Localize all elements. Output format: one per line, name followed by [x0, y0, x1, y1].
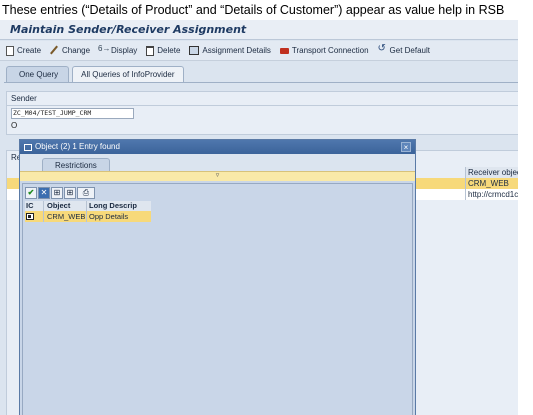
- assignment-details-label: Assignment Details: [202, 46, 271, 55]
- close-icon: ×: [403, 143, 409, 152]
- details-icon: [189, 46, 200, 55]
- sender-second-line: O: [11, 121, 18, 130]
- table-row[interactable]: CRM_WEB Opp Details: [25, 211, 151, 222]
- window-title: Maintain Sender/Receiver Assignment: [0, 20, 518, 40]
- dialog-body: ✔ ✕ ⊞ ⊞ ⎙ IC Object Long Descrip CRM_WEB…: [20, 181, 415, 415]
- change-button[interactable]: Change: [50, 43, 90, 59]
- find-icon[interactable]: ⊞: [51, 187, 63, 199]
- delete-label: Delete: [157, 46, 181, 55]
- close-button[interactable]: ×: [401, 142, 411, 152]
- column-header-long-description[interactable]: Long Descrip: [87, 201, 151, 211]
- column-header-object[interactable]: Object: [44, 201, 87, 211]
- undo-icon: [378, 43, 387, 55]
- glasses-icon: [98, 44, 110, 55]
- find-next-icon[interactable]: ⊞: [64, 187, 76, 199]
- create-button[interactable]: Create: [6, 43, 41, 59]
- tab-restrictions[interactable]: Restrictions: [42, 158, 110, 172]
- tab-one-query[interactable]: One Query: [6, 66, 70, 82]
- sap-window: Maintain Sender/Receiver Assignment Crea…: [0, 20, 518, 415]
- result-list-toolbar: ✔ ✕ ⊞ ⊞ ⎙: [25, 187, 95, 199]
- long-description-cell[interactable]: Opp Details: [87, 211, 151, 222]
- receiver-object-cell[interactable]: http://crmcd1c: [465, 189, 518, 200]
- display-label: Display: [111, 46, 138, 55]
- window-icon: [24, 143, 32, 151]
- delete-button[interactable]: Delete: [146, 43, 180, 59]
- get-default-button[interactable]: Get Default: [378, 43, 430, 59]
- sender-label: Sender: [11, 94, 37, 103]
- receiver-object-column-header[interactable]: Receiver object: [465, 167, 518, 178]
- trash-icon: [146, 45, 155, 56]
- tab-all-queries[interactable]: All Queries of InfoProvider: [72, 66, 184, 82]
- print-icon[interactable]: ⎙: [77, 187, 95, 199]
- cancel-icon[interactable]: ✕: [38, 187, 50, 199]
- sender-section: Sender ZC_M04/TEST_JUMP_CRM O: [6, 91, 518, 135]
- transport-connection-label: Transport Connection: [291, 46, 369, 55]
- check-icon[interactable]: ✔: [25, 187, 37, 199]
- application-toolbar: Create Change Display Delete Assignment …: [0, 41, 518, 61]
- dialog-tab-strip: Restrictions: [20, 154, 415, 172]
- divider: [7, 105, 518, 106]
- object-cell[interactable]: CRM_WEB: [44, 211, 87, 222]
- create-icon: [6, 45, 14, 56]
- dialog-title-bar[interactable]: Object (2) 1 Entry found ×: [20, 140, 415, 154]
- value-help-dialog: Object (2) 1 Entry found × Restrictions …: [19, 139, 416, 415]
- truck-icon: [279, 47, 289, 54]
- display-button[interactable]: Display: [98, 43, 138, 59]
- change-label: Change: [62, 46, 91, 55]
- receiver-object-cell[interactable]: CRM_WEB: [465, 178, 518, 189]
- assignment-details-button[interactable]: Assignment Details: [189, 43, 271, 59]
- page-caption: These entries (“Details of Product” and …: [2, 3, 505, 17]
- create-label: Create: [17, 46, 42, 55]
- sender-query-field[interactable]: ZC_M04/TEST_JUMP_CRM: [11, 108, 134, 119]
- dialog-title: Object (2) 1 Entry found: [35, 142, 120, 151]
- column-header-ic[interactable]: IC: [25, 201, 44, 211]
- get-default-label: Get Default: [389, 46, 430, 55]
- result-table: IC Object Long Descrip CRM_WEB Opp Detai…: [25, 201, 151, 222]
- transport-connection-button[interactable]: Transport Connection: [279, 43, 369, 59]
- table-header-row: IC Object Long Descrip: [25, 201, 151, 211]
- object-type-icon: [26, 213, 34, 220]
- chevron-down-icon: ▿: [215, 172, 220, 179]
- tab-strip: One Query All Queries of InfoProvider: [6, 66, 518, 82]
- row-type-cell[interactable]: [25, 211, 44, 222]
- pencil-icon: [50, 46, 59, 55]
- result-list-container: ✔ ✕ ⊞ ⊞ ⎙ IC Object Long Descrip CRM_WEB…: [22, 183, 413, 415]
